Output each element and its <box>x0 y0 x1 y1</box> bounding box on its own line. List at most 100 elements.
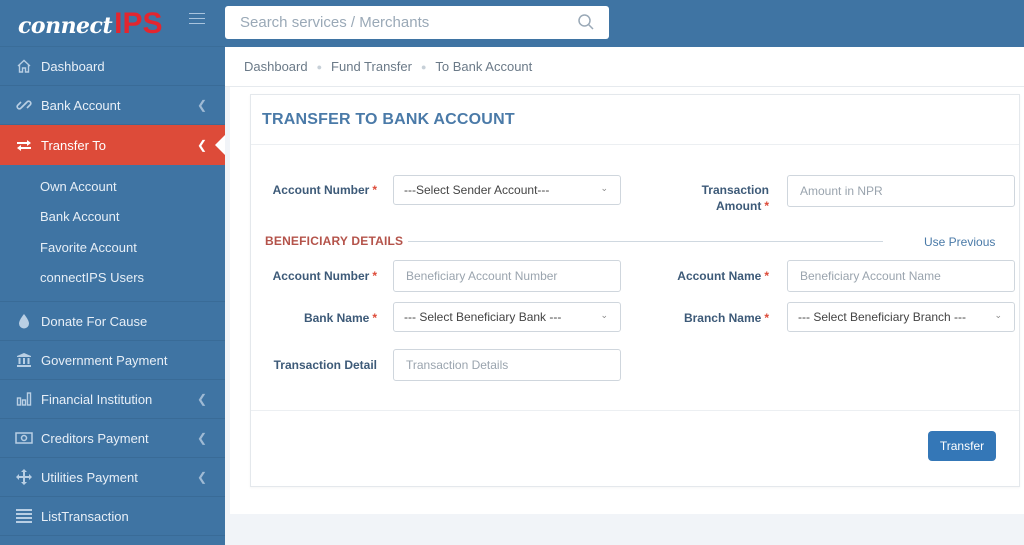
use-previous-link[interactable]: Use Previous <box>924 235 995 249</box>
chevron-down-icon: ⌄ <box>994 310 1002 320</box>
connectips-logo[interactable]: connect IPS <box>18 7 163 40</box>
selected-value: --- Select Beneficiary Branch --- <box>798 310 967 324</box>
branch-name-label: Branch Name * <box>661 310 769 326</box>
sidebar-item-label: ListTransaction <box>41 508 129 524</box>
main-content: Dashboard ● Fund Transfer ● To Bank Acco… <box>225 47 1024 545</box>
sidebar-item-government-payment[interactable]: Government Payment <box>0 341 225 380</box>
transfer-form-card: TRANSFER TO BANK ACCOUNT Account Number *… <box>250 94 1020 487</box>
transaction-detail-input[interactable] <box>406 358 620 372</box>
menu-toggle-icon[interactable] <box>189 13 205 25</box>
transaction-detail-label: Transaction Detail <box>265 357 377 373</box>
submenu-item-bank-account[interactable]: Bank Account <box>0 202 225 233</box>
label-text: Branch Name <box>683 311 762 325</box>
sidebar-item-donate-for-cause[interactable]: Donate For Cause <box>0 302 225 341</box>
label-text-line1: Transaction <box>701 183 769 197</box>
label-text: Bank Name <box>303 311 370 325</box>
link-icon <box>15 96 33 114</box>
chevron-left-icon: ❮ <box>196 431 207 445</box>
sidebar-item-utilities-payment[interactable]: Utilities Payment ❮ <box>0 458 225 497</box>
sidebar-item-creditors-payment[interactable]: Creditors Payment ❮ <box>0 419 225 458</box>
bar-chart-icon <box>15 390 33 408</box>
label-text: Account Number <box>272 183 370 197</box>
sender-account-select[interactable]: ---Select Sender Account--- ⌄ <box>393 175 621 205</box>
required-marker: * <box>764 311 769 325</box>
footer-divider <box>251 410 1019 411</box>
logo-text-ips: IPS <box>114 7 163 40</box>
sidebar-item-dashboard[interactable]: Dashboard <box>0 47 225 86</box>
label-text: Account Number <box>272 269 370 283</box>
sidebar-item-label: Utilities Payment <box>41 469 138 485</box>
selected-value: --- Select Beneficiary Bank --- <box>404 310 562 324</box>
required-marker: * <box>372 269 377 283</box>
sender-account-label: Account Number * <box>265 182 377 198</box>
submenu-item-own-account[interactable]: Own Account <box>0 171 225 202</box>
transaction-amount-label: Transaction Amount * <box>671 182 769 214</box>
drop-icon <box>15 312 33 330</box>
breadcrumb-current: To Bank Account <box>435 59 533 74</box>
required-marker: * <box>372 311 377 325</box>
label-text-line2: Amount <box>716 199 762 213</box>
sidebar-item-label: Dashboard <box>41 58 105 74</box>
sidebar-item-label: Transfer To <box>41 137 107 153</box>
chevron-left-icon: ❮ <box>196 392 207 406</box>
required-marker: * <box>372 183 377 197</box>
chevron-left-icon: ❮ <box>196 138 207 152</box>
required-marker: * <box>764 199 769 213</box>
search-icon[interactable] <box>577 13 595 31</box>
sidebar-item-label: Bank Account <box>41 97 121 113</box>
sidebar-item-label: Government Payment <box>41 352 168 368</box>
amount-input[interactable] <box>800 184 1014 198</box>
content-area: TRANSFER TO BANK ACCOUNT Account Number *… <box>230 87 1024 514</box>
account-name-input[interactable] <box>800 269 1014 283</box>
transaction-detail-field <box>393 349 621 381</box>
transfer-submenu: Own Account Bank Account Favorite Accoun… <box>0 165 225 302</box>
sidebar-item-label: Financial Institution <box>41 391 153 407</box>
top-bar <box>225 0 1024 47</box>
sidebar-item-label: Donate For Cause <box>41 313 148 329</box>
breadcrumb-separator: ● <box>420 61 427 72</box>
form-title: TRANSFER TO BANK ACCOUNT <box>251 95 1019 145</box>
breadcrumb-separator: ● <box>316 61 323 72</box>
sidebar-item-bank-account[interactable]: Bank Account ❮ <box>0 86 225 125</box>
search-input[interactable] <box>225 6 555 39</box>
money-icon <box>15 429 33 447</box>
sidebar-item-financial-institution[interactable]: Financial Institution ❮ <box>0 380 225 419</box>
sidebar-item-transfer-to[interactable]: Transfer To ❮ <box>0 125 225 165</box>
beneficiary-section-heading: BENEFICIARY DETAILS <box>265 234 404 248</box>
breadcrumb-dashboard[interactable]: Dashboard <box>244 59 308 74</box>
beneficiary-account-input[interactable] <box>406 269 620 283</box>
section-divider <box>408 241 883 242</box>
active-indicator <box>215 135 225 155</box>
label-text: Transaction Detail <box>273 358 377 372</box>
account-name-label: Account Name * <box>661 268 769 284</box>
bank-building-icon <box>15 351 33 369</box>
chevron-left-icon: ❮ <box>196 470 207 484</box>
chevron-down-icon: ⌄ <box>600 310 608 320</box>
home-icon <box>15 57 33 75</box>
sidebar-item-label: Creditors Payment <box>41 430 149 446</box>
label-text: Account Name <box>677 269 762 283</box>
beneficiary-account-label: Account Number * <box>265 268 377 284</box>
move-arrows-icon <box>15 468 33 486</box>
submenu-item-connectips-users[interactable]: connectIPS Users <box>0 263 225 294</box>
account-name-field <box>787 260 1015 292</box>
sidebar: connect IPS Dashboard Bank Account ❮ Tra… <box>0 0 225 545</box>
chevron-left-icon: ❮ <box>196 98 207 112</box>
chevron-down-icon: ⌄ <box>600 183 608 193</box>
bank-name-label: Bank Name * <box>265 310 377 326</box>
breadcrumb: Dashboard ● Fund Transfer ● To Bank Acco… <box>225 47 1024 87</box>
sidebar-item-list-transaction[interactable]: ListTransaction <box>0 497 225 536</box>
breadcrumb-fund-transfer[interactable]: Fund Transfer <box>331 59 412 74</box>
required-marker: * <box>764 269 769 283</box>
submenu-item-favorite-account[interactable]: Favorite Account <box>0 232 225 263</box>
amount-field <box>787 175 1015 207</box>
beneficiary-account-field <box>393 260 621 292</box>
selected-value: ---Select Sender Account--- <box>404 183 550 197</box>
search-box <box>225 6 609 39</box>
logo-text-connect: connect <box>18 13 113 39</box>
list-icon <box>15 507 33 525</box>
branch-name-select[interactable]: --- Select Beneficiary Branch --- ⌄ <box>787 302 1015 332</box>
logo-bar: connect IPS <box>0 0 225 47</box>
bank-name-select[interactable]: --- Select Beneficiary Bank --- ⌄ <box>393 302 621 332</box>
transfer-button[interactable]: Transfer <box>928 431 996 461</box>
